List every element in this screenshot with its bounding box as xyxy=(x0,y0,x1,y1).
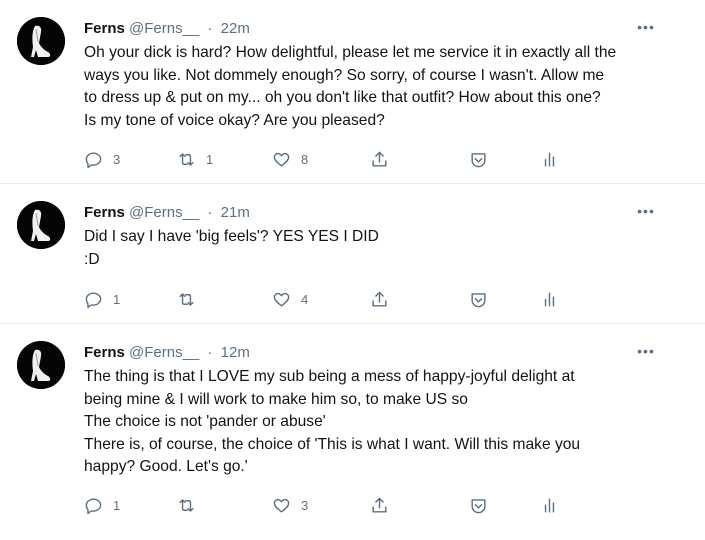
tweet-text-line: There is, of course, the choice of 'This… xyxy=(84,435,581,453)
heart-icon xyxy=(273,498,290,513)
reply-count: 1 xyxy=(113,291,121,307)
boot-avatar-image xyxy=(17,341,65,389)
user-handle[interactable]: @Ferns__ xyxy=(129,204,199,221)
tip-button[interactable] xyxy=(469,288,488,310)
tip-icon xyxy=(471,292,486,307)
avatar[interactable] xyxy=(17,341,65,389)
retweet-icon xyxy=(179,292,194,306)
avatar[interactable] xyxy=(17,201,65,249)
analytics-icon xyxy=(544,291,555,307)
tweet-text: The thing is that I LOVE my sub being a … xyxy=(84,366,684,479)
more-icon[interactable]: ••• xyxy=(637,344,655,364)
heart-icon xyxy=(273,152,290,167)
display-name[interactable]: Ferns xyxy=(84,344,125,361)
reply-icon xyxy=(85,291,102,308)
share-button[interactable] xyxy=(370,288,389,310)
tweet-text-line: Is my tone of voice okay? Are you please… xyxy=(84,111,385,129)
more-icon[interactable]: ••• xyxy=(637,204,655,224)
separator-dot: · xyxy=(207,20,213,37)
share-icon xyxy=(372,291,387,307)
tweet[interactable]: Ferns @Ferns__ · 12m ••• The thing is th… xyxy=(0,324,705,540)
retweet-button[interactable] xyxy=(177,494,206,516)
boot-avatar-image xyxy=(17,201,65,249)
reply-button[interactable]: 3 xyxy=(84,148,120,170)
tweet-text-line: The choice is not 'pander or abuse' xyxy=(84,413,326,430)
like-count: 8 xyxy=(301,151,309,167)
tweet-text: Oh your dick is hard? How delightful, pl… xyxy=(84,42,684,132)
tweet-text-line: being mine & I will work to make him so,… xyxy=(84,390,468,408)
tip-icon xyxy=(471,498,486,513)
retweet-icon xyxy=(179,152,194,166)
action-bar: 1 4 xyxy=(84,288,684,310)
tweet-text-line: to dress up & put on my... oh you don't … xyxy=(84,89,601,106)
tweet[interactable]: Ferns @Ferns__ · 22m ••• Oh your dick is… xyxy=(0,0,705,184)
heart-icon xyxy=(273,292,290,307)
retweet-icon xyxy=(179,498,194,512)
analytics-button[interactable] xyxy=(540,148,559,170)
tweet-text-line: :D xyxy=(84,250,100,268)
timestamp[interactable]: 22m xyxy=(221,20,250,37)
analytics-button[interactable] xyxy=(540,494,559,516)
analytics-icon xyxy=(544,151,555,167)
reply-count: 3 xyxy=(113,151,121,167)
tweet-text-line: The thing is that I LOVE my sub being a … xyxy=(84,368,575,385)
display-name[interactable]: Ferns xyxy=(84,204,125,221)
reply-button[interactable]: 1 xyxy=(84,494,120,516)
timestamp[interactable]: 21m xyxy=(221,204,250,221)
like-count: 4 xyxy=(301,291,309,307)
reply-icon xyxy=(85,497,102,514)
tweet-text-line: ways you like. Not dommely enough? So so… xyxy=(84,66,605,84)
tip-icon xyxy=(471,152,486,167)
boot-avatar-image xyxy=(17,17,65,65)
reply-button[interactable]: 1 xyxy=(84,288,120,310)
reply-icon xyxy=(85,151,102,168)
tweet-text-line: happy? Good. Let's go.' xyxy=(84,458,248,475)
share-icon xyxy=(372,497,387,513)
user-handle[interactable]: @Ferns__ xyxy=(129,344,199,361)
action-bar: 3 1 8 xyxy=(84,148,684,170)
like-button[interactable]: 3 xyxy=(272,494,308,516)
tip-button[interactable] xyxy=(469,148,488,170)
action-bar: 1 3 xyxy=(84,494,684,516)
user-handle[interactable]: @Ferns__ xyxy=(129,20,199,37)
tweet-text: Did I say I have 'big feels'? YES YES I … xyxy=(84,226,684,271)
separator-dot: · xyxy=(207,344,213,361)
separator-dot: · xyxy=(207,204,213,221)
tweet-text-line: Oh your dick is hard? How delightful, pl… xyxy=(84,44,617,61)
analytics-button[interactable] xyxy=(540,288,559,310)
tip-button[interactable] xyxy=(469,494,488,516)
retweet-count: 1 xyxy=(206,151,214,167)
tweet-header: Ferns @Ferns__ · 21m xyxy=(84,203,250,223)
more-icon[interactable]: ••• xyxy=(637,20,655,40)
tweet-text-line: Did I say I have 'big feels'? YES YES I … xyxy=(84,228,379,245)
tweet-header: Ferns @Ferns__ · 22m xyxy=(84,19,250,39)
retweet-button[interactable]: 1 xyxy=(177,148,213,170)
share-button[interactable] xyxy=(370,494,389,516)
like-button[interactable]: 4 xyxy=(272,288,308,310)
tweet-header: Ferns @Ferns__ · 12m xyxy=(84,343,250,363)
share-button[interactable] xyxy=(370,148,389,170)
reply-count: 1 xyxy=(113,497,121,513)
analytics-icon xyxy=(544,497,555,513)
retweet-button[interactable] xyxy=(177,288,206,310)
share-icon xyxy=(372,151,387,167)
like-count: 3 xyxy=(301,497,309,513)
timestamp[interactable]: 12m xyxy=(221,344,250,361)
display-name[interactable]: Ferns xyxy=(84,20,125,37)
avatar[interactable] xyxy=(17,17,65,65)
tweet[interactable]: Ferns @Ferns__ · 21m ••• Did I say I hav… xyxy=(0,184,705,324)
like-button[interactable]: 8 xyxy=(272,148,308,170)
